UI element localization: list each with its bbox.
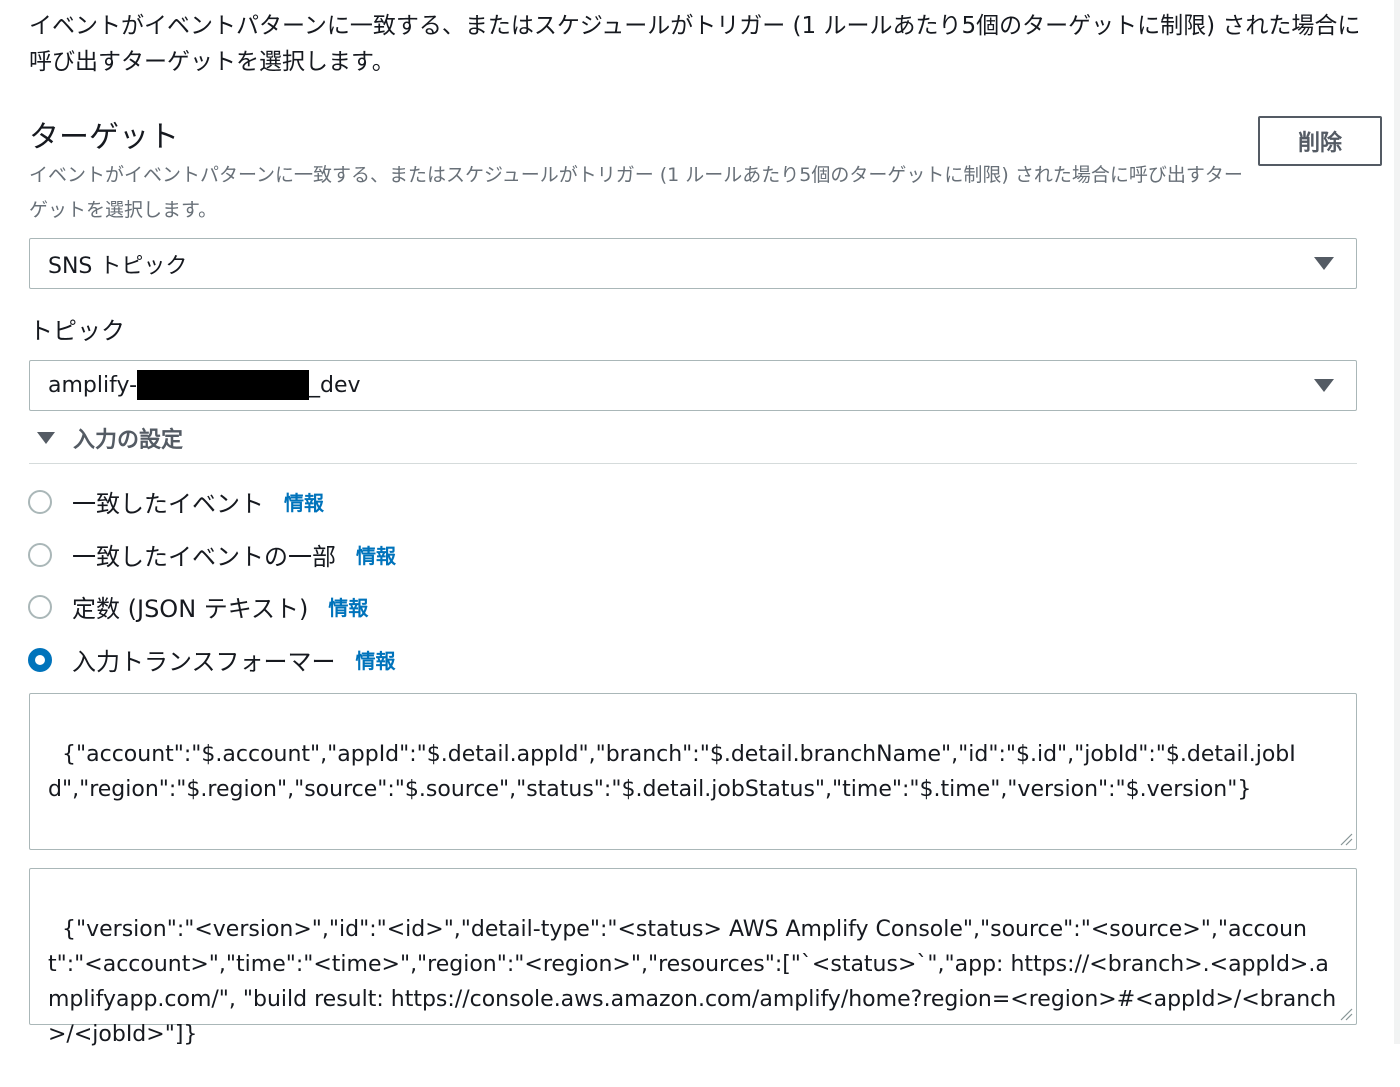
topic-value-prefix: amplify- <box>48 373 138 398</box>
expand-triangle-icon <box>37 432 55 444</box>
input-paths-textarea[interactable]: {"account":"$.account","appId":"$.detail… <box>29 693 1357 850</box>
input-config-expander[interactable]: 入力の設定 <box>37 422 183 454</box>
input-template-textarea[interactable]: {"version":"<version>","id":"<id>","deta… <box>29 868 1357 1047</box>
radio-button[interactable] <box>28 542 52 567</box>
info-link[interactable]: 情報 <box>356 540 396 569</box>
info-link[interactable]: 情報 <box>284 487 324 516</box>
info-link[interactable]: 情報 <box>356 645 396 674</box>
topic-select[interactable]: amplify- _dev <box>29 360 1357 411</box>
caret-down-icon <box>1314 257 1334 270</box>
redaction-block <box>137 369 310 400</box>
radio-label: 一致したイベント <box>72 490 264 518</box>
target-section-title: ターゲット <box>29 120 179 155</box>
input-config-title: 入力の設定 <box>73 428 184 453</box>
delete-button[interactable]: 削除 <box>1258 116 1382 166</box>
topic-label: トピック <box>29 317 125 345</box>
input-template-text: {"version":"<version>","id":"<id>","deta… <box>48 917 1337 1047</box>
radio-option-matched-event-part[interactable]: 一致したイベントの一部 情報 <box>28 537 396 572</box>
radio-label: 一致したイベントの一部 <box>72 543 336 571</box>
topic-value-suffix: _dev <box>309 373 361 398</box>
intro-text: イベントがイベントパターンに一致する、またはスケジュールがトリガー (1 ルール… <box>29 13 1361 75</box>
divider <box>29 463 1357 464</box>
input-paths-text: {"account":"$.account","appId":"$.detail… <box>48 742 1296 802</box>
radio-button-selected[interactable] <box>28 647 52 672</box>
target-type-value: SNS トピック <box>48 253 188 279</box>
radio-button[interactable] <box>28 489 52 514</box>
scrollbar-track[interactable] <box>1394 0 1400 1044</box>
caret-down-icon <box>1314 379 1334 392</box>
target-type-select[interactable]: SNS トピック <box>29 238 1357 289</box>
radio-option-constant-json[interactable]: 定数 (JSON テキスト) 情報 <box>28 589 368 624</box>
radio-option-matched-event[interactable]: 一致したイベント 情報 <box>28 484 324 519</box>
radio-label: 定数 (JSON テキスト) <box>72 595 309 623</box>
radio-button[interactable] <box>28 594 52 619</box>
resize-grip-icon[interactable] <box>1339 832 1353 846</box>
info-link[interactable]: 情報 <box>328 592 368 621</box>
target-section-description: イベントがイベントパターンに一致する、またはスケジュールがトリガー (1 ルール… <box>29 164 1243 221</box>
radio-option-input-transformer[interactable]: 入力トランスフォーマー 情報 <box>28 642 396 677</box>
resize-grip-icon[interactable] <box>1339 1007 1353 1021</box>
radio-label: 入力トランスフォーマー <box>72 648 336 676</box>
